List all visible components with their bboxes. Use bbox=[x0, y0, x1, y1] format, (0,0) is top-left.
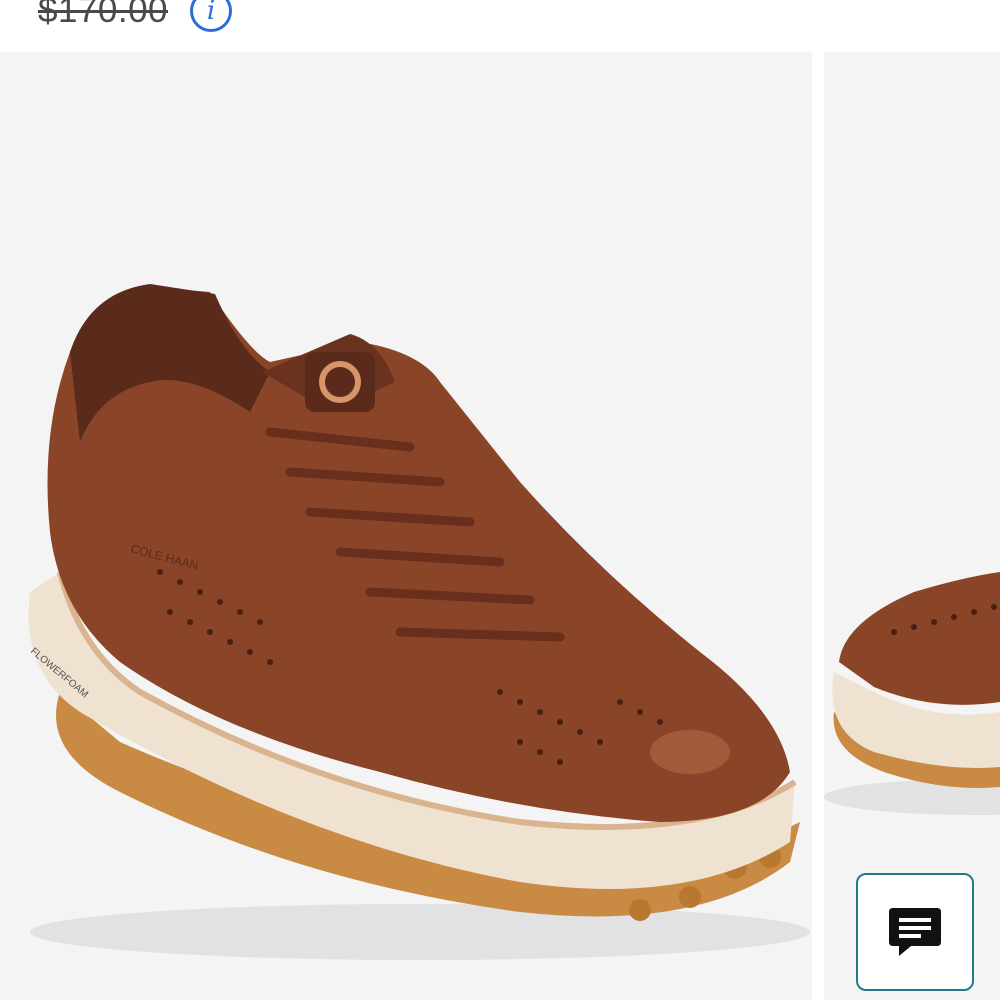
price-info-icon[interactable]: i bbox=[190, 0, 232, 32]
chat-icon bbox=[889, 908, 941, 956]
product-image-main[interactable]: COLE HAAN FLOWERFOAM bbox=[0, 52, 812, 1000]
product-image-next[interactable] bbox=[824, 52, 1000, 1000]
price-row: $170.00 i bbox=[0, 0, 1000, 52]
sneaker-illustration: COLE HAAN FLOWERFOAM bbox=[28, 284, 810, 960]
original-price: $170.00 bbox=[38, 0, 169, 30]
chat-button[interactable] bbox=[856, 873, 974, 991]
product-image-gallery[interactable]: COLE HAAN FLOWERFOAM bbox=[0, 52, 1000, 1000]
sneaker-side-illustration bbox=[824, 572, 1000, 815]
